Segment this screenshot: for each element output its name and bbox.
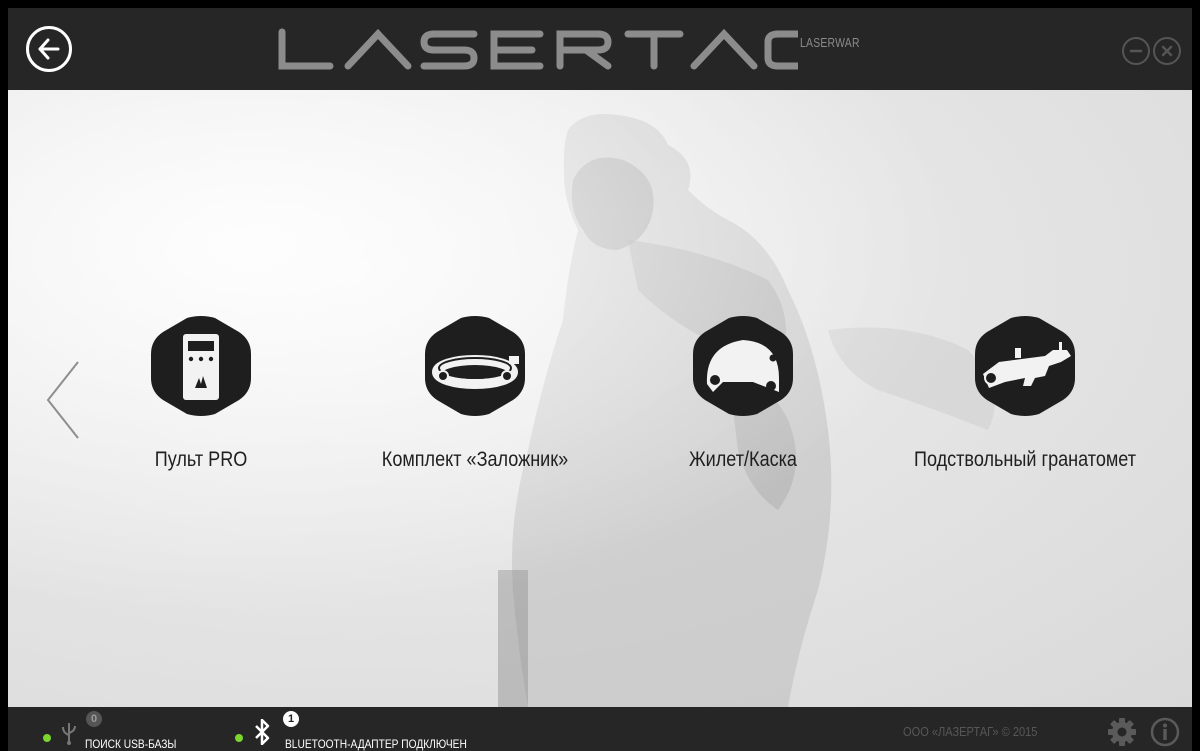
device-item-hostage-kit[interactable]: Комплект «Заложник»: [340, 316, 610, 472]
remote-control-icon: [151, 316, 251, 416]
usb-icon: [62, 723, 76, 745]
device-item-vest-helmet[interactable]: Жилет/Каска: [643, 316, 843, 472]
device-item-grenade-launcher[interactable]: Подствольный гранатомет: [860, 316, 1190, 472]
settings-button[interactable]: [1108, 718, 1136, 751]
device-item-remote-pro[interactable]: Пульт PRO: [101, 316, 301, 472]
close-icon: [1161, 45, 1173, 57]
app-logo: [278, 28, 798, 72]
usb-status-text: ПОИСК USB-БАЗЫ: [85, 737, 177, 751]
previous-page-button[interactable]: [44, 360, 84, 440]
helmet-icon: [693, 316, 793, 416]
close-button[interactable]: [1153, 37, 1181, 65]
minimize-button[interactable]: [1122, 37, 1150, 65]
grenade-launcher-icon: [975, 316, 1075, 416]
device-icon-badge: [425, 316, 525, 416]
bluetooth-status-indicator: [235, 734, 243, 742]
arrow-left-icon: [38, 38, 60, 60]
usb-status-indicator: [43, 734, 51, 742]
app-window: LASERWAR Пульт PRO Комплект «Заложник» Ж…: [8, 8, 1192, 751]
title-bar: LASERWAR: [8, 8, 1192, 90]
device-label: Комплект «Заложник»: [381, 448, 569, 471]
device-icon-badge: [151, 316, 251, 416]
device-label: Пульт PRO: [154, 448, 248, 471]
copyright-text: ООО «ЛАЗЕРТАГ» © 2015: [903, 724, 1038, 739]
device-label: Подствольный гранатомет: [913, 448, 1137, 471]
info-button[interactable]: [1150, 717, 1180, 751]
bluetooth-status-text: BLUETOOTH-АДАПТЕР ПОДКЛЮЧЕН: [285, 737, 467, 751]
device-icon-badge: [975, 316, 1075, 416]
logo-subtitle: LASERWAR: [800, 35, 860, 50]
minimize-icon: [1129, 49, 1143, 53]
back-button[interactable]: [26, 26, 72, 72]
usb-count-badge: 0: [86, 711, 102, 727]
info-icon: [1150, 717, 1180, 747]
bluetooth-count-badge: 1: [283, 711, 299, 727]
headband-icon: [425, 316, 525, 416]
device-label: Жилет/Каска: [689, 448, 797, 471]
status-bar: 0 ПОИСК USB-БАЗЫ 1 BLUETOOTH-АДАПТЕР ПОД…: [8, 707, 1192, 751]
device-selection-area: Пульт PRO Комплект «Заложник» Жилет/Каск…: [8, 90, 1192, 707]
bluetooth-icon: [255, 719, 270, 745]
lasertag-logo: [278, 28, 798, 70]
device-icon-badge: [693, 316, 793, 416]
gear-icon: [1108, 718, 1136, 746]
chevron-left-icon: [46, 361, 79, 439]
